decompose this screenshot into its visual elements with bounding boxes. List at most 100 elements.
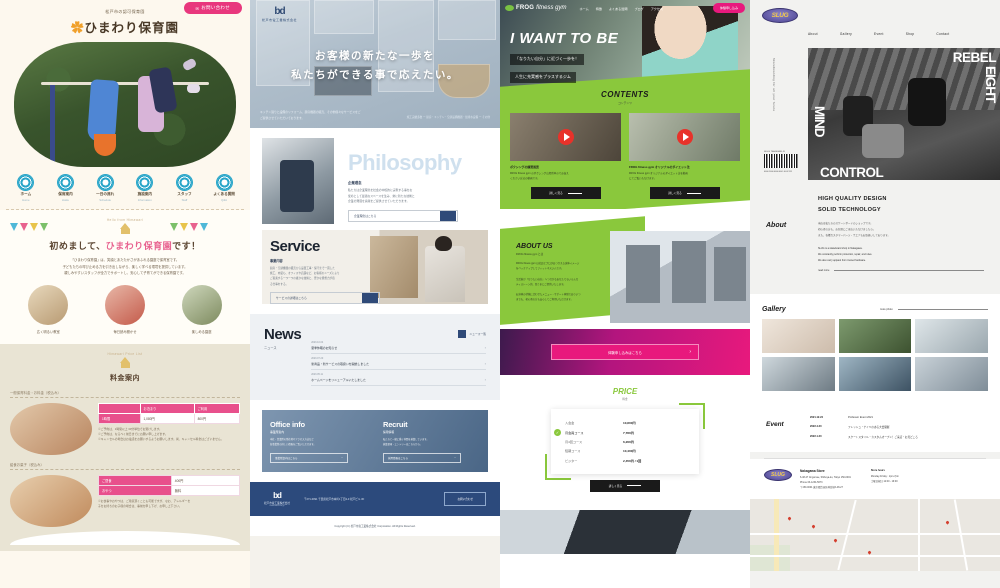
content-card-button[interactable]: 詳しく見る xyxy=(530,187,601,199)
design-panel-slug[interactable]: SLUG About Gallery Event Shop Contact Sk… xyxy=(750,0,1000,588)
recruit-button[interactable]: 採用情報はこちら → xyxy=(383,452,461,463)
slug-nav[interactable]: About Gallery Event Shop Contact xyxy=(808,32,949,36)
nursery-nav-item-schedule[interactable]: 一日の流れ Schedule xyxy=(87,175,123,202)
map-road xyxy=(837,499,857,570)
nursery-nav-item-faq[interactable]: よくある質問 Q&A xyxy=(206,175,242,202)
gallery-more-link[interactable]: more photo xyxy=(880,308,988,311)
nursery-nav-item-information[interactable]: 施設案内 Information xyxy=(127,175,163,202)
price-row: 短期コース 10,400円 xyxy=(565,449,636,454)
slug-nav-item-gallery[interactable]: Gallery xyxy=(840,32,852,36)
slug-logo-small: SLUG xyxy=(764,469,792,482)
footer-logo[interactable]: bd 松戸市電工業株式会社 matsudo-d.co.jp xyxy=(264,491,290,507)
design-panel-gym[interactable]: FROG fitness gym ホーム 特徴 よくある質問 ブログ アクセス … xyxy=(500,0,750,588)
event-item[interactable]: 2022.1.20 スケートスタイル・カスタムオープン！ご来店・お見どころ xyxy=(810,432,984,442)
content-card[interactable]: FROG fitness gym オリジナルのダイエット法 FROG fitne… xyxy=(629,113,740,199)
map-pin xyxy=(811,524,816,529)
slug-nav-item-event[interactable]: Event xyxy=(874,32,884,36)
sunflower-icon xyxy=(176,175,192,190)
slug-hero: SLUG About Gallery Event Shop Contact Sk… xyxy=(750,0,1000,180)
gallery-item[interactable] xyxy=(838,357,912,392)
sunflower-icon xyxy=(137,175,153,190)
video-thumbnail[interactable] xyxy=(629,113,740,161)
slug-logo[interactable]: SLUG xyxy=(762,8,798,23)
gym-headline: I WANT TO BE 「なりたい自分」に近づく一歩を！ 人生に充実感をプラス… xyxy=(510,30,618,83)
play-icon[interactable] xyxy=(557,129,574,145)
slug-nav-item-shop[interactable]: Shop xyxy=(906,32,915,36)
office-button[interactable]: 事業所案内はこちら → xyxy=(270,452,348,463)
gym-nav-links[interactable]: ホーム 特徴 よくある質問 ブログ アクセス xyxy=(579,6,663,11)
gallery-item[interactable] xyxy=(915,319,988,354)
map-road xyxy=(953,499,969,571)
event-item[interactable]: 2021.12.24 Professor Event 2021 xyxy=(810,413,984,422)
gallery-item[interactable] xyxy=(762,357,835,392)
nursery-intro-section: Hello from Himawari 初めまして、ひまわり保育園です！ 「ひま… xyxy=(0,210,250,344)
map-pin xyxy=(867,550,872,555)
about-read-more-link[interactable]: read more xyxy=(818,269,984,272)
gym-about-section: ABOUT US FROG fitness gym とは FROG fitnes… xyxy=(500,209,750,329)
feature-item[interactable]: 広く明るい教室 xyxy=(22,284,74,334)
gym-logo[interactable]: FROG fitness gym xyxy=(505,5,566,11)
frog-icon xyxy=(505,5,514,11)
pricing-image xyxy=(10,402,92,455)
news-item[interactable]: 2023.10.04 夏季休暇のお知らせ › xyxy=(311,338,486,354)
event-item[interactable]: 2022.4.20 フレッシュ・ナイツのある大会開催 xyxy=(810,422,984,432)
gym-nav-item-home[interactable]: ホーム xyxy=(579,6,588,11)
price-row: 月4回コース 6,260円 xyxy=(565,439,634,444)
barcode-label: SLUG 7SA1000NL-R xyxy=(764,151,785,153)
feature-item[interactable]: 毎日読み聞かせ xyxy=(99,284,151,334)
map-road xyxy=(918,498,920,571)
nursery-nav-item-home[interactable]: ホーム Home xyxy=(8,175,44,202)
gallery-item[interactable] xyxy=(762,319,835,354)
nursery-contact-button[interactable]: お問い合わせ xyxy=(183,2,242,14)
store-map[interactable] xyxy=(750,498,1000,571)
feature-item[interactable]: 楽しめる園庭 xyxy=(176,284,228,334)
divider xyxy=(10,396,240,398)
arrow-icon: → xyxy=(340,456,344,460)
map-road xyxy=(750,554,1000,557)
content-card-button[interactable]: 詳しく見る xyxy=(649,187,720,199)
corporate-logo[interactable]: bd 松戸市電工業株式会社 xyxy=(262,6,297,22)
gym-cta-button[interactable]: 体験申し込みはこちら › xyxy=(551,344,699,360)
price-detail-button[interactable]: 詳しく見る xyxy=(590,479,660,492)
footer-contact-button[interactable]: お問い合わせ xyxy=(444,492,486,506)
slug-nav-item-about[interactable]: About xyxy=(808,32,818,36)
play-icon[interactable] xyxy=(676,129,693,145)
gym-nav-item-blog[interactable]: ブログ xyxy=(634,6,643,11)
office-info-card[interactable]: Office info 事業所案内 本社・営業所の所在地やアクセス方法など 各事… xyxy=(262,410,375,472)
slug-nav-item-contact[interactable]: Contact xyxy=(936,32,949,36)
video-thumbnail[interactable] xyxy=(510,113,621,161)
pricing-table-2: ご昼食 400円 おやつ 無料 ※お食事やおやつは、ご用意頂くことも可能ですが、… xyxy=(98,474,241,510)
news-section: News ニュース ニュース一覧 2023.10.04 夏季休暇のお知らせ › xyxy=(250,314,500,400)
slug-store-section: SLUG Nakagawa Store 6-48-27 Jingumae, Sh… xyxy=(750,459,1000,499)
gym-nav-item-features[interactable]: 特徴 xyxy=(596,6,602,11)
store-address: Nakagawa Store 6-48-27 Jingumae, Shibuya… xyxy=(800,469,851,489)
content-card[interactable]: ボクシングの練習風景 FROG fitness gym のボクシング山場所中ので… xyxy=(510,113,621,199)
design-panel-corporate[interactable]: bd 松戸市電工業株式会社 お客様の新たな一歩を 私たちができる事で応えたい。 … xyxy=(250,0,500,588)
footer-address: 〒271-0091 千葉県松戸市本町1丁目2-3 松戸ビル 3F xyxy=(303,498,365,501)
map-pin xyxy=(787,516,792,521)
news-item[interactable]: 2023.05.11 ホームページをリニューアルいたしました › xyxy=(311,370,486,386)
gallery-item[interactable] xyxy=(838,319,912,354)
news-item[interactable]: 2023.07.20 新商品・新サービスの取扱いを開始しました › xyxy=(311,354,486,370)
design-panel-nursery[interactable]: お問い合わせ 松戸市の認可保育園 ✿ひまわり保育園 ホーム Home 保育案内 … xyxy=(0,0,250,588)
nursery-nav-item-staff[interactable]: スタッフ Staff xyxy=(166,175,202,202)
contents-title: CONTENTS xyxy=(601,90,649,99)
hero-word-rebel: REBEL xyxy=(952,50,997,65)
corporate-headline: お客様の新たな一歩を 私たちができる事で応えたい。 xyxy=(291,50,459,81)
nursery-nav-item-hoiku[interactable]: 保育案内 Hoiku xyxy=(47,175,83,202)
pricing-heading: 料金案内 xyxy=(110,374,140,382)
cloud-decoration xyxy=(10,530,240,545)
gym-trial-button[interactable]: 体験申し込み xyxy=(712,3,745,13)
gym-nav-item-faq[interactable]: よくある質問 xyxy=(609,6,628,11)
recruit-card[interactable]: Recruit 採用情報 私たちと一緒に働く仲間を募集しています。 募集要項・エ… xyxy=(375,410,488,472)
pricing-note: ※お食事やおやつは、ご用意頂くことも可能ですが、なお、アレルギーを 子をお持ちの… xyxy=(98,498,191,509)
news-more-button[interactable]: ニュース一覧 xyxy=(311,330,486,338)
nursery-nav[interactable]: ホーム Home 保育案内 Hoiku 一日の流れ Schedule 施設案内 … xyxy=(0,167,250,206)
gym-nav[interactable]: FROG fitness gym ホーム 特徴 よくある質問 ブログ アクセス … xyxy=(500,0,750,16)
gallery-item[interactable] xyxy=(915,357,988,392)
gym-nav-item-access[interactable]: アクセス xyxy=(651,6,663,11)
map-park xyxy=(750,544,790,571)
philosophy-button[interactable]: 企業理念はこちら xyxy=(348,209,458,222)
service-button[interactable]: サービスの詳細はこちら xyxy=(270,291,380,304)
feature-image xyxy=(104,284,145,325)
